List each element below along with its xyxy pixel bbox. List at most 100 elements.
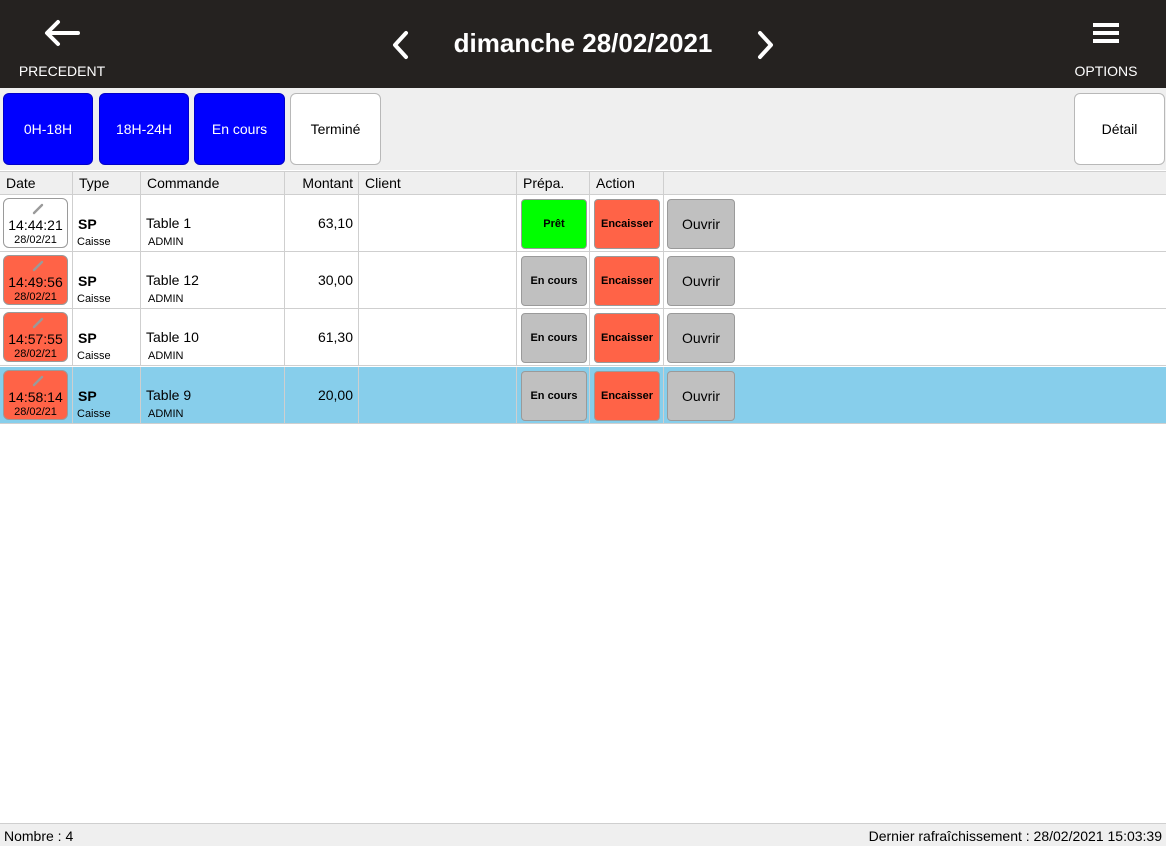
table-row[interactable]: 14:44:21 28/02/21 SP Caisse Table 1 ADMIN 63,1… xyxy=(0,195,1166,252)
col-type[interactable]: Type xyxy=(73,172,141,194)
col-client[interactable]: Client xyxy=(359,172,517,194)
pencil-icon xyxy=(32,375,44,387)
ouvrir-button[interactable]: Ouvrir xyxy=(667,371,735,421)
table-row[interactable]: 14:58:14 28/02/21 SP Caisse Table 9 ADMIN 20,0… xyxy=(0,367,1166,424)
order-date: 28/02/21 xyxy=(14,406,57,418)
order-table: Table 12 xyxy=(146,272,199,288)
action-cell: Encaisser xyxy=(590,252,664,309)
date-cell: 14:57:55 28/02/21 xyxy=(0,309,73,366)
date-cell: 14:44:21 28/02/21 xyxy=(0,195,73,252)
filter-bar: 0H-18H 18H-24H En cours Terminé Détail xyxy=(0,88,1166,170)
order-source: Caisse xyxy=(77,293,111,305)
detail-button[interactable]: Détail xyxy=(1074,93,1165,165)
filter-0h-18h-button[interactable]: 0H-18H xyxy=(3,93,93,165)
date-cell: 14:49:56 28/02/21 xyxy=(0,252,73,309)
table-row[interactable]: 14:49:56 28/02/21 SP Caisse Table 12 ADMIN 30,… xyxy=(0,252,1166,309)
prepa-status-button[interactable]: En cours xyxy=(521,313,587,363)
options-button[interactable]: OPTIONS xyxy=(1066,0,1146,88)
client-cell xyxy=(359,195,517,252)
prepa-status-button[interactable]: En cours xyxy=(521,371,587,421)
encaisser-button[interactable]: Encaisser xyxy=(594,199,660,249)
prepa-cell: En cours xyxy=(517,367,590,424)
chevron-left-icon[interactable] xyxy=(386,28,416,62)
order-table: Table 10 xyxy=(146,329,199,345)
order-date: 28/02/21 xyxy=(14,234,57,246)
order-date: 28/02/21 xyxy=(14,291,57,303)
order-user: ADMIN xyxy=(148,350,184,362)
pencil-icon xyxy=(32,317,44,329)
order-time: 14:58:14 xyxy=(8,389,63,405)
time-badge[interactable]: 14:58:14 28/02/21 xyxy=(3,370,68,420)
col-date[interactable]: Date xyxy=(0,172,73,194)
montant-cell: 20,00 xyxy=(285,367,359,424)
order-amount: 61,30 xyxy=(317,329,353,345)
arrow-left-icon xyxy=(45,20,80,46)
prepa-status-button[interactable]: En cours xyxy=(521,256,587,306)
col-montant[interactable]: Montant xyxy=(285,172,359,194)
client-cell xyxy=(359,252,517,309)
commande-cell: Table 9 ADMIN xyxy=(141,367,285,424)
status-bar: Nombre : 4 Dernier rafraîchissement : 28… xyxy=(0,823,1166,846)
montant-cell: 63,10 xyxy=(285,195,359,252)
time-badge[interactable]: 14:44:21 28/02/21 xyxy=(3,198,68,248)
col-action[interactable]: Action xyxy=(590,172,664,194)
top-bar: PRECEDENT dimanche 28/02/2021 OPTIONS xyxy=(0,0,1166,88)
order-time: 14:57:55 xyxy=(8,331,63,347)
order-date: 28/02/21 xyxy=(14,348,57,360)
table-header: Date Type Commande Montant Client Prépa.… xyxy=(0,171,1166,195)
filter-18h-24h-button[interactable]: 18H-24H xyxy=(99,93,189,165)
order-count: Nombre : 4 xyxy=(4,828,74,844)
back-button[interactable]: PRECEDENT xyxy=(12,0,112,88)
day-title: dimanche 28/02/2021 xyxy=(453,28,713,58)
prepa-status-button[interactable]: Prêt xyxy=(521,199,587,249)
order-source: Caisse xyxy=(77,408,111,420)
hamburger-menu-icon xyxy=(1093,23,1119,43)
chevron-right-icon[interactable] xyxy=(750,28,780,62)
type-cell: SP Caisse xyxy=(73,252,141,309)
options-label: OPTIONS xyxy=(1074,63,1138,79)
order-type: SP xyxy=(78,330,97,346)
type-cell: SP Caisse xyxy=(73,367,141,424)
prepa-cell: Prêt xyxy=(517,195,590,252)
order-user: ADMIN xyxy=(148,293,184,305)
order-time: 14:49:56 xyxy=(8,274,63,290)
action-cell: Encaisser xyxy=(590,367,664,424)
prepa-cell: En cours xyxy=(517,309,590,366)
filter-termine-button[interactable]: Terminé xyxy=(290,93,381,165)
client-cell xyxy=(359,367,517,424)
commande-cell: Table 1 ADMIN xyxy=(141,195,285,252)
order-table: Table 1 xyxy=(146,215,192,231)
table-row[interactable]: 14:57:55 28/02/21 SP Caisse Table 10 ADMIN 61,… xyxy=(0,309,1166,366)
order-amount: 30,00 xyxy=(317,272,353,288)
time-badge[interactable]: 14:57:55 28/02/21 xyxy=(3,312,68,362)
encaisser-button[interactable]: Encaisser xyxy=(594,371,660,421)
order-table: Table 9 xyxy=(146,387,192,403)
order-user: ADMIN xyxy=(148,408,184,420)
commande-cell: Table 12 ADMIN xyxy=(141,252,285,309)
ouvrir-button[interactable]: Ouvrir xyxy=(667,199,735,249)
encaisser-button[interactable]: Encaisser xyxy=(594,256,660,306)
ouvrir-button[interactable]: Ouvrir xyxy=(667,313,735,363)
type-cell: SP Caisse xyxy=(73,195,141,252)
montant-cell: 30,00 xyxy=(285,252,359,309)
order-type: SP xyxy=(78,388,97,404)
order-amount: 20,00 xyxy=(317,387,353,403)
col-prepa[interactable]: Prépa. xyxy=(517,172,590,194)
action-cell: Encaisser xyxy=(590,195,664,252)
col-commande[interactable]: Commande xyxy=(141,172,285,194)
filter-en-cours-button[interactable]: En cours xyxy=(194,93,285,165)
order-user: ADMIN xyxy=(148,236,184,248)
order-type: SP xyxy=(78,216,97,232)
encaisser-button[interactable]: Encaisser xyxy=(594,313,660,363)
ouvrir-button[interactable]: Ouvrir xyxy=(667,256,735,306)
order-source: Caisse xyxy=(77,236,111,248)
client-cell xyxy=(359,309,517,366)
order-time: 14:44:21 xyxy=(8,217,63,233)
time-badge[interactable]: 14:49:56 28/02/21 xyxy=(3,255,68,305)
type-cell: SP Caisse xyxy=(73,309,141,366)
pencil-icon xyxy=(32,260,44,272)
last-refresh: Dernier rafraîchissement : 28/02/2021 15… xyxy=(868,828,1162,844)
back-label: PRECEDENT xyxy=(18,63,106,79)
action-cell: Encaisser xyxy=(590,309,664,366)
montant-cell: 61,30 xyxy=(285,309,359,366)
